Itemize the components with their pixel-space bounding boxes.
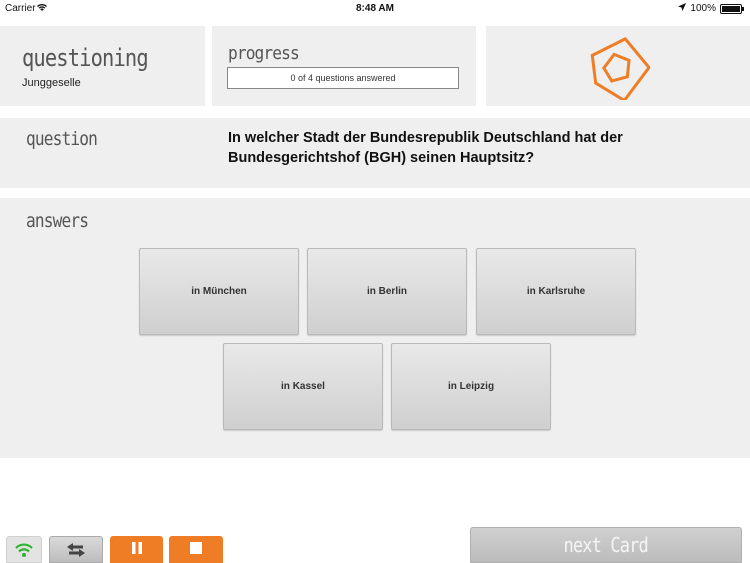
status-bar: Carrier 8:48 AM 100% [0, 0, 750, 18]
progress-heading: progress [228, 43, 300, 64]
answer-button-leipzig[interactable]: in Leipzig [391, 343, 551, 430]
location-arrow-icon [678, 3, 687, 14]
app-logo-icon [590, 37, 650, 100]
next-card-label: next Card [563, 533, 649, 557]
clock: 8:48 AM [356, 3, 394, 14]
progress-panel: progress 0 of 4 questions answered [212, 26, 476, 106]
questioning-panel: questioning Junggeselle [0, 26, 205, 106]
answer-button-karlsruhe[interactable]: in Karlsruhe [476, 248, 636, 335]
swap-arrows-icon [67, 543, 85, 557]
battery-percent: 100% [690, 3, 716, 14]
category-label: Junggeselle [22, 77, 81, 89]
progress-text: 0 of 4 questions answered [290, 73, 396, 83]
status-right: 100% [678, 3, 744, 14]
questioning-heading: questioning [22, 44, 149, 72]
answers-heading: answers [26, 210, 89, 232]
question-panel: question In welcher Stadt der Bundesrepu… [0, 118, 750, 188]
wifi-icon [15, 543, 33, 557]
question-heading: question [26, 128, 98, 150]
swap-button[interactable] [49, 536, 103, 563]
stop-icon [190, 542, 202, 554]
next-card-button[interactable]: next Card [470, 527, 742, 563]
pause-button[interactable] [110, 536, 163, 563]
battery-icon [720, 3, 744, 14]
answer-button-berlin[interactable]: in Berlin [307, 248, 467, 335]
stop-button[interactable] [169, 536, 223, 563]
wifi-button[interactable] [6, 536, 42, 563]
answer-button-muenchen[interactable]: in München [139, 248, 299, 335]
logo-panel [486, 26, 750, 106]
answers-panel: answers in München in Berlin in Karlsruh… [0, 198, 750, 458]
pause-icon [131, 542, 142, 554]
progress-bar: 0 of 4 questions answered [227, 67, 459, 89]
answer-button-kassel[interactable]: in Kassel [223, 343, 383, 430]
question-text: In welcher Stadt der Bundesrepublik Deut… [228, 130, 623, 166]
